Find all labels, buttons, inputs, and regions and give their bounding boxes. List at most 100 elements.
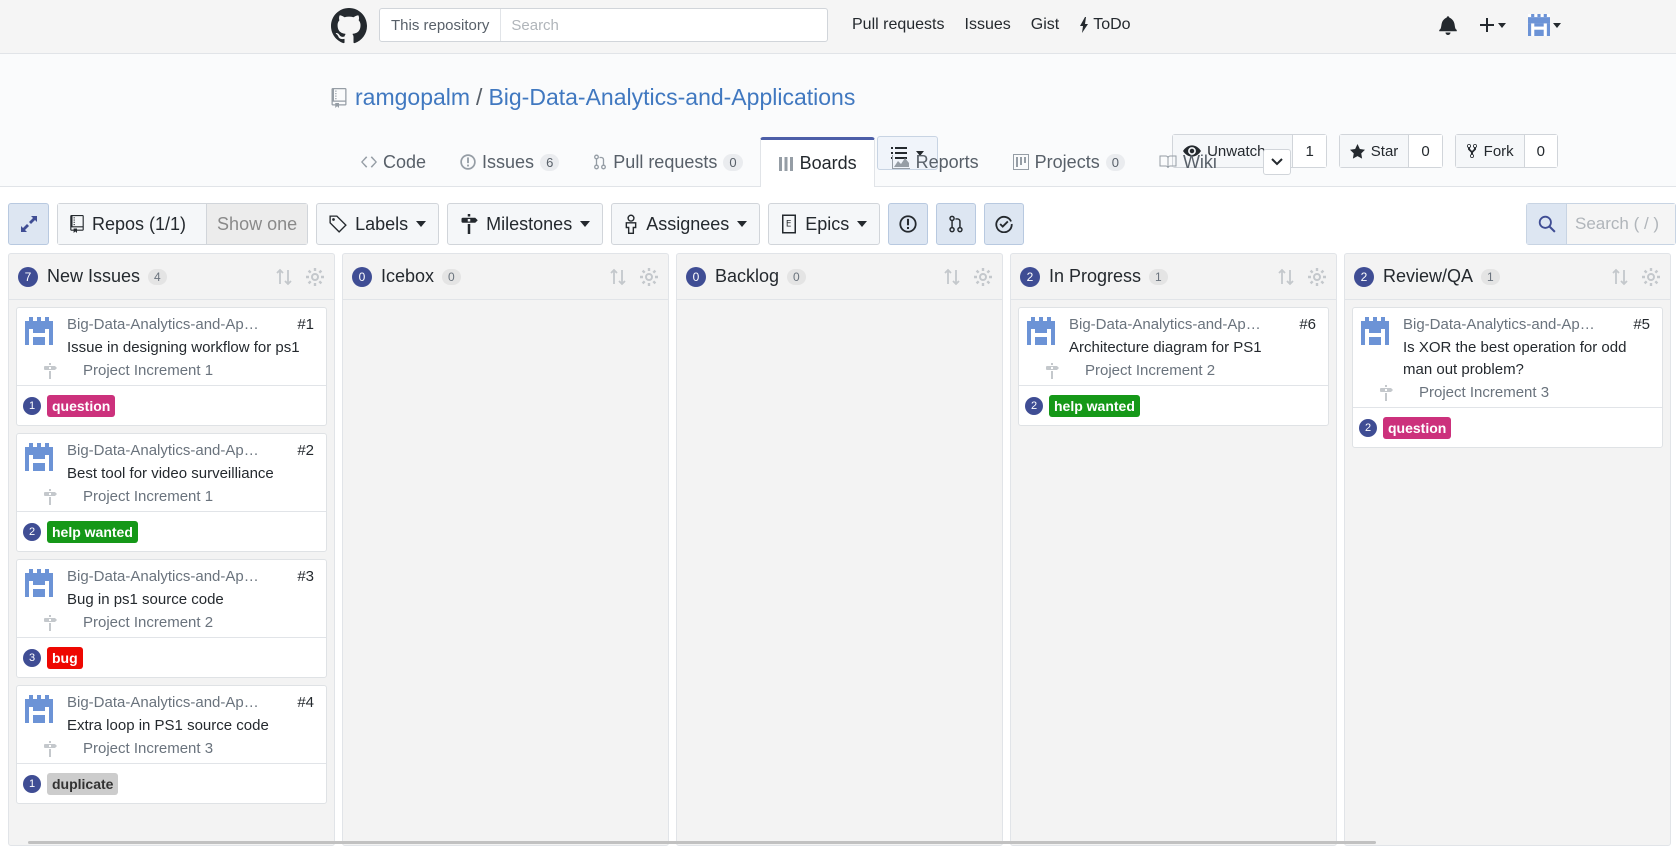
issues-toggle-button[interactable] xyxy=(888,203,929,245)
nav-issues[interactable]: Issues xyxy=(965,16,1011,34)
tag-icon xyxy=(329,215,347,233)
nav-pull-requests[interactable]: Pull requests xyxy=(852,16,945,34)
issue-card[interactable]: Big-Data-Analytics-and-Applications Best… xyxy=(16,433,327,552)
avatar[interactable] xyxy=(25,317,53,345)
card-issue-number[interactable]: #1 xyxy=(297,316,314,333)
card-repo[interactable]: Big-Data-Analytics-and-Applications xyxy=(67,316,267,333)
avatar[interactable] xyxy=(25,695,53,723)
label-badge[interactable]: help wanted xyxy=(47,520,138,543)
card-repo[interactable]: Big-Data-Analytics-and-Applications xyxy=(1403,316,1603,333)
avatar[interactable] xyxy=(1361,317,1389,345)
card-title[interactable]: Issue in designing workflow for ps1 xyxy=(67,337,318,359)
board-column: 7 New Issues 4 Big-Data-Analytics-and-Ap… xyxy=(8,253,335,846)
milestones-filter[interactable]: Milestones xyxy=(447,203,604,245)
repo-name-link[interactable]: Big-Data-Analytics-and-Applications xyxy=(488,84,855,111)
card-repo[interactable]: Big-Data-Analytics-and-Applications xyxy=(1069,316,1269,333)
card-milestone[interactable]: Project Increment 1 xyxy=(31,488,318,505)
horizontal-scrollbar[interactable] xyxy=(28,841,1376,844)
watch-count[interactable]: 1 xyxy=(1293,135,1326,167)
tab-issues[interactable]: Issues 6 xyxy=(443,138,576,186)
column-header[interactable]: 7 New Issues 4 xyxy=(9,254,334,300)
sort-icon[interactable] xyxy=(1610,267,1630,287)
search-icon[interactable] xyxy=(1527,204,1567,244)
issue-card[interactable]: Big-Data-Analytics-and-Applications Is X… xyxy=(1352,307,1663,448)
show-one-button[interactable]: Show one xyxy=(207,204,308,244)
issue-card[interactable]: Big-Data-Analytics-and-Applications Arch… xyxy=(1018,307,1329,426)
card-issue-number[interactable]: #2 xyxy=(297,442,314,459)
tab-wiki[interactable]: Wiki xyxy=(1142,138,1234,186)
issue-card[interactable]: Big-Data-Analytics-and-Applications Issu… xyxy=(16,307,327,426)
card-title[interactable]: Bug in ps1 source code xyxy=(67,589,318,611)
fullscreen-button[interactable] xyxy=(8,203,49,245)
global-search[interactable]: This repository xyxy=(379,8,828,42)
card-title[interactable]: Best tool for video surveilliance xyxy=(67,463,318,485)
card-repo[interactable]: Big-Data-Analytics-and-Applications xyxy=(67,442,267,459)
card-repo[interactable]: Big-Data-Analytics-and-Applications xyxy=(67,568,267,585)
pull-requests-toggle-button[interactable] xyxy=(936,203,977,245)
card-info: Big-Data-Analytics-and-Applications Arch… xyxy=(1046,316,1320,379)
tab-pull-requests[interactable]: Pull requests 0 xyxy=(576,138,759,186)
nav-gist[interactable]: Gist xyxy=(1031,16,1059,34)
card-issue-number[interactable]: #3 xyxy=(297,568,314,585)
column-header[interactable]: 0 Icebox 0 xyxy=(343,254,668,300)
star-count[interactable]: 0 xyxy=(1409,135,1442,167)
label-badge[interactable]: help wanted xyxy=(1049,394,1140,417)
fork-button[interactable]: Fork xyxy=(1455,135,1525,167)
closed-issues-toggle-button[interactable] xyxy=(984,203,1025,245)
issue-card[interactable]: Big-Data-Analytics-and-Applications Bug … xyxy=(16,559,327,678)
card-title[interactable]: Extra loop in PS1 source code xyxy=(67,715,318,737)
tab-reports[interactable]: Reports xyxy=(875,138,996,186)
board-search-input[interactable] xyxy=(1567,204,1675,244)
more-tabs-button[interactable] xyxy=(1263,149,1291,175)
column-header[interactable]: 2 Review/QA 1 xyxy=(1345,254,1670,300)
column-cards: Big-Data-Analytics-and-Applications Issu… xyxy=(9,300,334,811)
column-header[interactable]: 0 Backlog 0 xyxy=(677,254,1002,300)
card-info: Big-Data-Analytics-and-Applications Bug … xyxy=(44,568,318,631)
sort-icon[interactable] xyxy=(942,267,962,287)
label-badge[interactable]: question xyxy=(1383,416,1452,439)
label-badge[interactable]: question xyxy=(47,394,116,417)
card-milestone[interactable]: Project Increment 3 xyxy=(31,740,318,757)
label-badge[interactable]: duplicate xyxy=(47,772,119,795)
label-badge[interactable]: bug xyxy=(47,646,83,669)
sort-icon[interactable] xyxy=(1276,267,1296,287)
labels-filter[interactable]: Labels xyxy=(316,203,440,245)
card-repo[interactable]: Big-Data-Analytics-and-Applications xyxy=(67,694,267,711)
star-button[interactable]: Star xyxy=(1339,135,1410,167)
card-milestone[interactable]: Project Increment 3 xyxy=(1367,384,1654,401)
card-milestone[interactable]: Project Increment 1 xyxy=(31,362,318,379)
card-issue-number[interactable]: #5 xyxy=(1633,316,1650,333)
card-issue-number[interactable]: #4 xyxy=(297,694,314,711)
tab-code[interactable]: Code xyxy=(344,138,443,186)
gear-icon[interactable] xyxy=(305,267,325,287)
user-menu[interactable] xyxy=(1528,14,1561,36)
gear-icon[interactable] xyxy=(1641,267,1661,287)
create-new-menu[interactable] xyxy=(1479,17,1506,33)
avatar[interactable] xyxy=(25,443,53,471)
tab-projects[interactable]: Projects 0 xyxy=(996,138,1142,186)
nav-todo[interactable]: ToDo xyxy=(1079,16,1131,34)
assignees-filter[interactable]: Assignees xyxy=(611,203,761,245)
column-header[interactable]: 2 In Progress 1 xyxy=(1011,254,1336,300)
epics-filter[interactable]: E Epics xyxy=(768,203,881,245)
github-logo-icon[interactable] xyxy=(331,8,367,44)
gear-icon[interactable] xyxy=(1307,267,1327,287)
repo-owner-link[interactable]: ramgopalm xyxy=(355,84,470,111)
card-title[interactable]: Architecture diagram for PS1 xyxy=(1069,337,1320,359)
card-title[interactable]: Is XOR the best operation for odd man ou… xyxy=(1403,337,1654,381)
bell-icon[interactable] xyxy=(1439,15,1457,35)
search-input[interactable] xyxy=(501,16,802,34)
avatar[interactable] xyxy=(25,569,53,597)
card-milestone[interactable]: Project Increment 2 xyxy=(31,614,318,631)
sort-icon[interactable] xyxy=(274,267,294,287)
fork-count[interactable]: 0 xyxy=(1524,135,1557,167)
repos-button[interactable]: Repos (1/1) xyxy=(58,204,208,244)
card-issue-number[interactable]: #6 xyxy=(1299,316,1316,333)
gear-icon[interactable] xyxy=(973,267,993,287)
sort-icon[interactable] xyxy=(608,267,628,287)
card-milestone[interactable]: Project Increment 2 xyxy=(1033,362,1320,379)
issue-card[interactable]: Big-Data-Analytics-and-Applications Extr… xyxy=(16,685,327,804)
tab-boards[interactable]: Boards xyxy=(759,137,875,187)
gear-icon[interactable] xyxy=(639,267,659,287)
avatar[interactable] xyxy=(1027,317,1055,345)
